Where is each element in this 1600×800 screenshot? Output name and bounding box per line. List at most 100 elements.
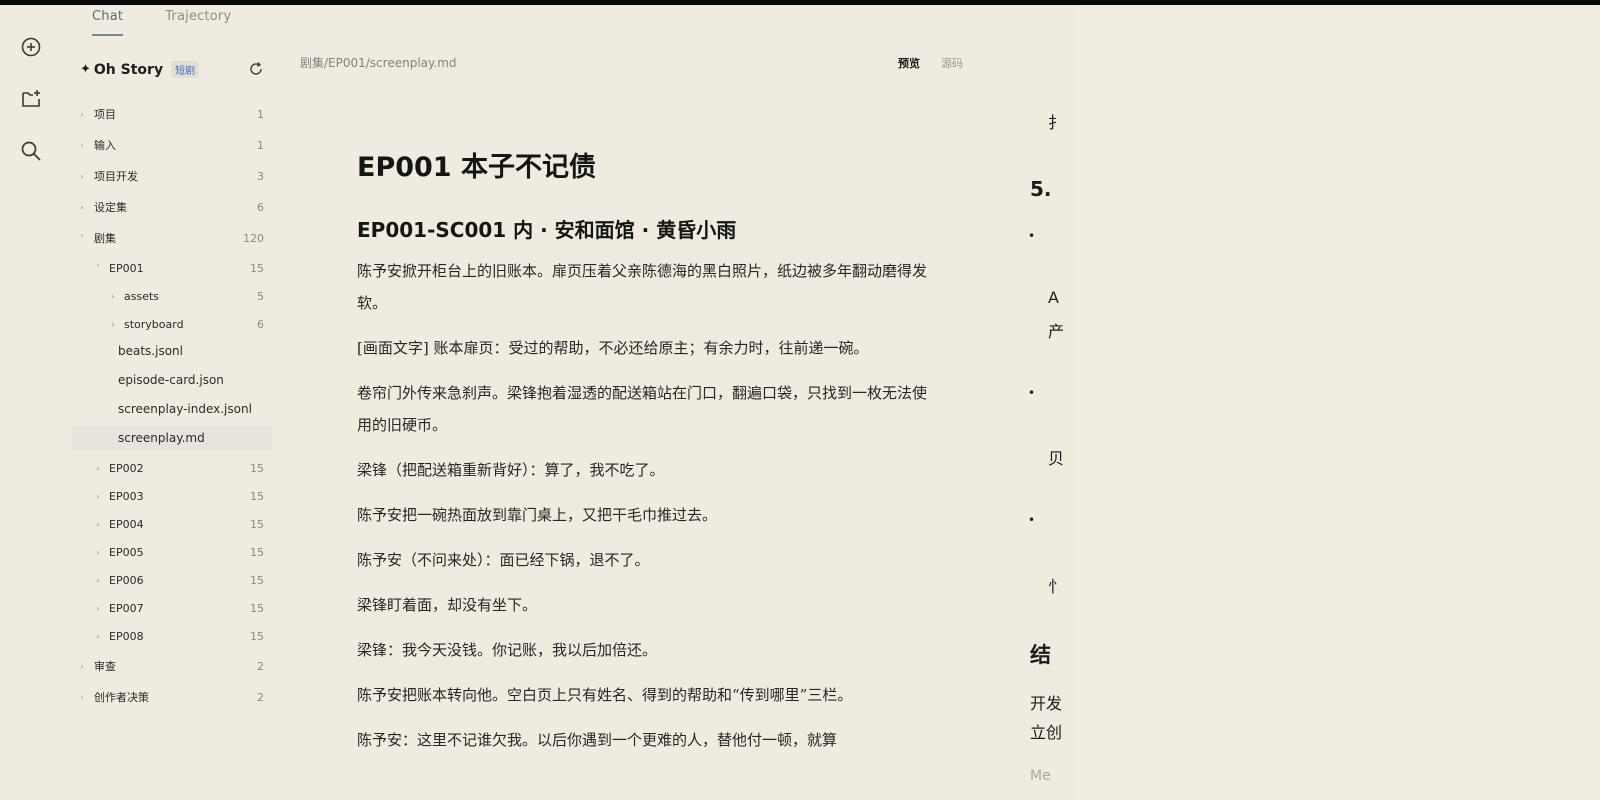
doc-body: 陈予安掀开柜台上的旧账本。扉页压着父亲陈德海的黑白照片，纸边被多年翻动磨得发软。… [357,255,927,756]
tree-item[interactable]: › EP003 15 [72,484,272,508]
tab-chat[interactable]: Chat [92,9,124,36]
clipped-text-fragment: 5. [1030,177,1052,201]
tree-item[interactable]: › 输入 1 [72,133,272,157]
sparkle-icon: ✦ [80,62,91,77]
tree-item[interactable]: › storyboard 6 [72,312,272,336]
tree-item-label: 项目 [94,108,116,121]
chevron-right-icon[interactable]: › [94,604,102,613]
tree-item-count: 15 [250,545,264,559]
chevron-down-icon[interactable]: ˅ [78,234,86,243]
tree-item-count: 15 [250,573,264,587]
tree-item[interactable]: screenplay.md [72,426,272,450]
chevron-right-icon[interactable]: › [78,203,86,212]
chevron-right-icon[interactable]: › [94,576,102,585]
doc-paragraph: 卷帘门外传来急刹声。梁锋抱着湿透的配送箱站在门口，翻遍口袋，只找到一枚无法使用的… [357,384,928,434]
tree-item-count: 15 [250,461,264,475]
tree-item[interactable]: › EP006 15 [72,568,272,592]
chevron-right-icon[interactable]: › [109,292,117,301]
tree-item-label: screenplay-index.jsonl [118,402,252,416]
clipped-text-fragment: 扌 [1048,113,1065,132]
source-toggle[interactable]: 源码 [941,55,963,71]
clipped-text-fragment: • [1028,386,1036,400]
doc-paragraph: 梁锋盯着面，却没有坐下。 [357,596,538,614]
tree-item-label: 审查 [94,660,116,673]
doc-paragraph: 梁锋：我今天没钱。你记账，我以后加倍还。 [357,641,658,659]
tree-item[interactable]: screenplay-index.jsonl [72,397,272,421]
project-type-badge: 短剧 [171,61,200,78]
tree-item-label: 剧集 [94,232,116,245]
refresh-icon[interactable] [248,61,264,77]
tree-item[interactable]: › EP007 15 [72,596,272,620]
sidebar-tabs: Chat Trajectory [92,9,231,36]
add-to-folder-button[interactable] [18,86,44,112]
chevron-right-icon[interactable]: › [78,693,86,702]
tree-item[interactable]: › EP005 15 [72,540,272,564]
doc-paragraph: [画面文字] 账本扉页：受过的帮助，不必还给原主；有余力时，往前递一碗。 [357,339,869,357]
doc-paragraph: 陈予安把账本转向他。空白页上只有姓名、得到的帮助和“传到哪里”三栏。 [357,686,853,704]
tree-item[interactable]: ˅ 剧集 120 [72,226,272,250]
project-header[interactable]: ✦ Oh Story 短剧 [80,61,270,78]
chevron-right-icon[interactable]: › [78,141,86,150]
chevron-right-icon[interactable]: › [78,662,86,671]
tree-item-label: EP003 [109,489,144,503]
project-name: Oh Story [93,61,164,78]
chevron-right-icon[interactable]: › [94,520,102,529]
tree-item-label: screenplay.md [118,431,205,445]
chevron-down-icon[interactable]: ˅ [94,264,102,273]
editor-pane: 剧集/EP001/screenplay.md 预览 源码 EP001 本子不记债… [272,5,1012,800]
tree-item-label: EP008 [109,629,144,643]
search-icon [21,141,41,161]
tree-item[interactable]: › 项目 1 [72,102,272,126]
tree-item-label: EP006 [109,573,144,587]
file-path-breadcrumb: 剧集/EP001/screenplay.md [300,56,457,70]
tree-item[interactable]: › 审查 2 [72,654,272,678]
tree-item-count: 15 [250,601,264,615]
clipped-text-fragment: 忄 [1048,577,1065,596]
tree-item[interactable]: › 项目开发 3 [72,164,272,188]
tree-item-label: EP002 [109,461,144,475]
tree-item-count: 15 [250,629,264,643]
clipped-text-fragment: 立创 [1030,723,1063,742]
doc-paragraph: 陈予安把一碗热面放到靠门桌上，又把干毛巾推过去。 [357,506,718,524]
right-panel-clipped: 扌 5. • A 产 • 贝 • 忄结开发 立创 Me [1018,5,1075,800]
tree-item[interactable]: episode-card.json [72,368,272,392]
icon-rail [0,5,62,800]
search-button[interactable] [18,138,44,164]
tree-item-label: EP005 [109,545,144,559]
tree-item[interactable]: › EP002 15 [72,456,272,480]
chevron-right-icon[interactable]: › [78,172,86,181]
chevron-right-icon[interactable]: › [94,464,102,473]
tree-item[interactable]: › EP004 15 [72,512,272,536]
tree-item-count: 15 [250,517,264,531]
tree-item-count: 6 [257,317,264,331]
blank-canvas-area [1075,5,1600,800]
chevron-right-icon[interactable]: › [78,110,86,119]
tree-item-label: 项目开发 [94,170,138,183]
new-chat-button[interactable] [18,34,44,60]
tree-item[interactable]: › 创作者决策 2 [72,685,272,709]
tree-item-label: episode-card.json [118,373,224,387]
tree-item-count: 5 [257,289,264,303]
doc-paragraph: 梁锋（把配送箱重新背好）：算了，我不吃了。 [357,461,665,479]
clipped-text-fragment: A [1048,288,1059,307]
tree-item-label: 输入 [94,139,116,152]
tree-item-label: EP007 [109,601,144,615]
tree-item-label: EP001 [109,261,144,275]
tab-trajectory[interactable]: Trajectory [165,9,231,36]
preview-toggle[interactable]: 预览 [898,55,920,71]
tree-item[interactable]: beats.jsonl [72,339,272,363]
chevron-right-icon[interactable]: › [109,320,117,329]
clipped-text-fragment: 结 [1030,643,1051,667]
chevron-right-icon[interactable]: › [94,548,102,557]
tree-item-count: 3 [257,169,264,183]
tree-item-count: 1 [257,107,264,121]
tree-item[interactable]: ˅ EP001 15 [72,256,272,280]
tree-item[interactable]: › 设定集 6 [72,195,272,219]
tree-item[interactable]: › EP008 15 [72,624,272,648]
tree-item-count: 2 [257,690,264,704]
tree-item[interactable]: › assets 5 [72,284,272,308]
sidebar: Chat Trajectory ✦ Oh Story 短剧 › 项目 1 › 输入 1 › 项… [72,5,272,800]
tree-item-label: EP004 [109,517,144,531]
chevron-right-icon[interactable]: › [94,632,102,641]
chevron-right-icon[interactable]: › [94,492,102,501]
